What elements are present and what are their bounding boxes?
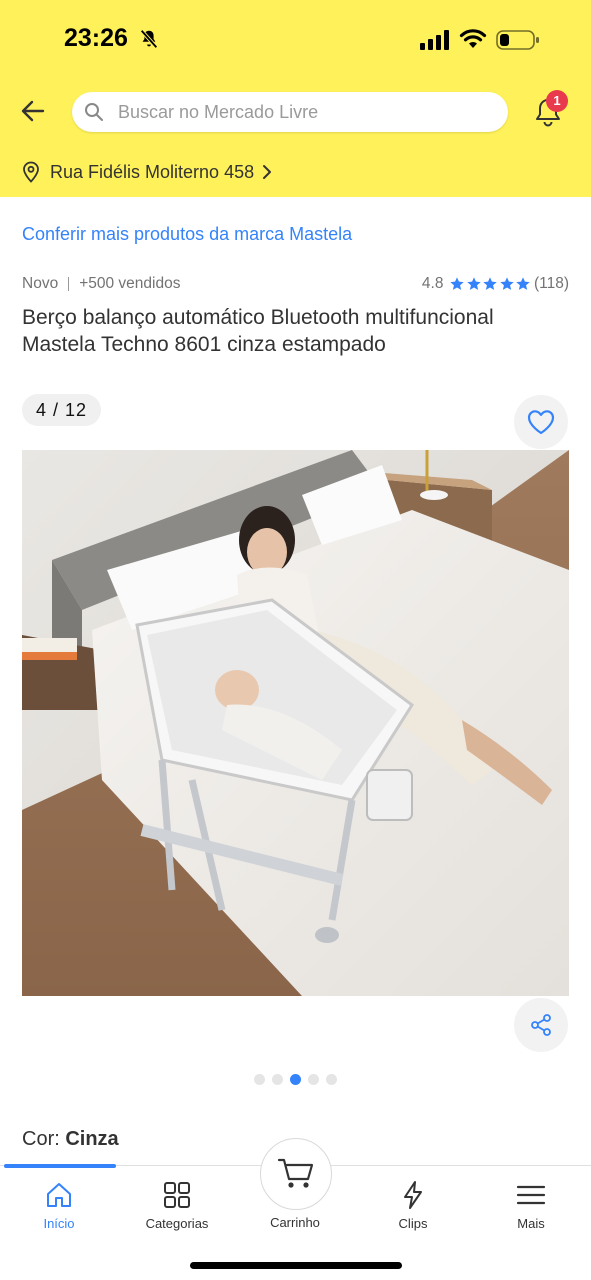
heart-icon bbox=[527, 410, 555, 435]
product-meta: Novo +500 vendidos bbox=[22, 275, 180, 293]
nav-label: Clips bbox=[398, 1216, 428, 1231]
location-pin-icon bbox=[23, 161, 39, 183]
star-icon bbox=[483, 277, 498, 290]
rating-value: 4.8 bbox=[421, 275, 444, 292]
chevron-right-icon bbox=[263, 165, 272, 179]
star-icon bbox=[516, 277, 531, 290]
nav-label: Carrinho bbox=[270, 1215, 320, 1230]
nav-categorias[interactable]: Categorias bbox=[118, 1180, 236, 1231]
home-indicator bbox=[190, 1262, 402, 1269]
nav-mais[interactable]: Mais bbox=[472, 1180, 590, 1231]
product-photo bbox=[22, 450, 569, 996]
rating-stars bbox=[449, 276, 532, 292]
search-input[interactable] bbox=[118, 92, 498, 132]
bell-slash-icon bbox=[140, 29, 158, 49]
condition-label: Novo bbox=[22, 275, 59, 292]
cart-icon bbox=[277, 1158, 314, 1188]
image-counter: 4 / 12 bbox=[22, 394, 102, 426]
nav-label: Mais bbox=[517, 1216, 545, 1231]
color-label: Cor: bbox=[22, 1128, 66, 1150]
address-selector[interactable]: Rua Fidélis Moliterno 458 bbox=[22, 158, 272, 186]
back-button[interactable] bbox=[16, 94, 50, 128]
share-icon bbox=[531, 1014, 551, 1036]
color-selector[interactable]: Cor: Cinza bbox=[22, 1128, 119, 1151]
nav-inicio[interactable]: Início bbox=[0, 1180, 118, 1231]
star-icon bbox=[467, 277, 481, 290]
nav-label: Categorias bbox=[145, 1216, 209, 1231]
nav-carrinho[interactable] bbox=[260, 1138, 332, 1210]
carousel-dot bbox=[326, 1074, 337, 1085]
search-icon bbox=[85, 103, 103, 121]
sold-count: +500 vendidos bbox=[79, 275, 181, 292]
product-image[interactable] bbox=[22, 450, 569, 996]
carousel-dot bbox=[254, 1074, 265, 1085]
product-title: Berço balanço automático Bluetooth multi… bbox=[22, 306, 494, 356]
star-icon bbox=[450, 277, 465, 290]
favorite-button[interactable] bbox=[514, 395, 568, 449]
rating-summary[interactable]: 4.8 (118) bbox=[422, 275, 569, 293]
carousel-dot bbox=[290, 1074, 301, 1085]
color-value: Cinza bbox=[65, 1128, 119, 1150]
nav-label: Início bbox=[43, 1216, 75, 1231]
share-button[interactable] bbox=[514, 998, 568, 1052]
review-count: (118) bbox=[533, 275, 569, 292]
cellular-signal-icon bbox=[420, 30, 449, 50]
menu-icon bbox=[516, 1185, 546, 1205]
battery-low-icon bbox=[496, 30, 539, 50]
brand-products-link[interactable]: Conferir mais produtos da marca Mastela bbox=[22, 224, 352, 245]
carousel-dot bbox=[308, 1074, 319, 1085]
address-text: Rua Fidélis Moliterno 458 bbox=[50, 161, 255, 182]
nav-active-indicator bbox=[4, 1164, 116, 1168]
grid-icon bbox=[164, 1182, 190, 1208]
carousel-dots bbox=[254, 1074, 337, 1085]
lightning-icon bbox=[404, 1181, 422, 1209]
status-bar: 23:26 bbox=[0, 0, 591, 80]
wifi-icon bbox=[459, 29, 487, 48]
home-icon bbox=[47, 1183, 71, 1207]
carousel-dot bbox=[272, 1074, 283, 1085]
search-bar[interactable] bbox=[72, 92, 508, 132]
arrow-left-icon bbox=[21, 100, 45, 122]
star-icon bbox=[500, 277, 514, 290]
notification-badge: 1 bbox=[546, 90, 568, 112]
meta-divider bbox=[68, 277, 70, 291]
nav-clips[interactable]: Clips bbox=[354, 1180, 472, 1231]
status-time: 23:26 bbox=[64, 24, 128, 52]
